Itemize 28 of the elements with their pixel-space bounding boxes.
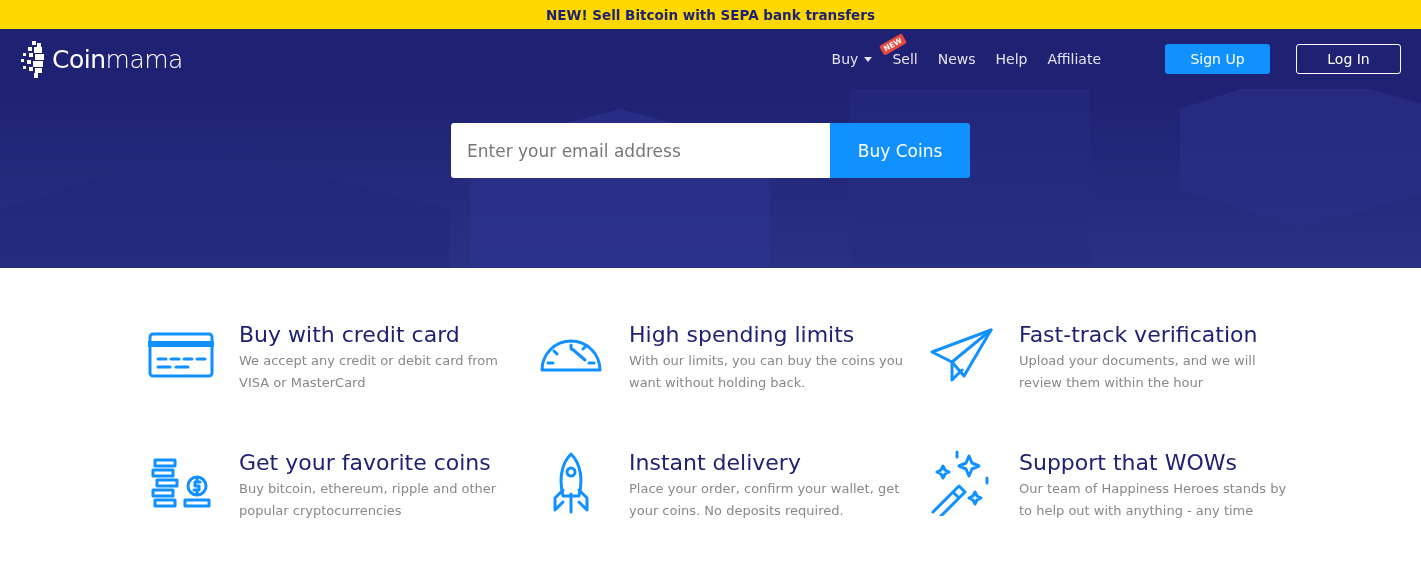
nav-link[interactable]: News <box>937 51 976 67</box>
feature-description: We accept any credit or debit card from VISA or MasterCard <box>239 352 499 392</box>
announcement-text: NEW! Sell Bitcoin with SEPA bank transfers <box>546 6 875 23</box>
logo-icon <box>20 39 46 79</box>
card-icon <box>148 332 214 378</box>
paper-plane-icon <box>929 328 993 382</box>
feature-title: Buy with credit card <box>239 321 461 349</box>
nav-link[interactable]: Buy <box>831 51 873 67</box>
nav-link[interactable]: Affiliate <box>1047 51 1101 67</box>
feature-title: High spending limits <box>629 321 856 349</box>
logo-wordmark[interactable]: Coinmama <box>52 44 183 74</box>
log-in-button[interactable]: Log In <box>1296 44 1401 74</box>
feature-description: Upload your documents, and we will review them within the hour <box>1019 352 1257 392</box>
gauge-icon <box>540 338 602 372</box>
rocket-icon <box>553 452 589 514</box>
feature-description: Our team of Happiness Heroes stands by to help out with anything - any time <box>1019 480 1288 520</box>
email-field[interactable]: Enter your email address <box>451 123 830 178</box>
feature-description: With our limits, you can buy the coins you want without holding back. <box>629 352 904 392</box>
feature-title: Fast-track verification <box>1019 321 1259 349</box>
caret-icon <box>864 56 873 62</box>
nav-link[interactable]: Help <box>995 51 1028 67</box>
feature-title: Instant delivery <box>629 449 802 477</box>
feature-title: Get your favorite coins <box>239 449 492 477</box>
coins-icon <box>151 458 211 508</box>
feature-description: Place your order, confirm your wallet, get your coins. No deposits required. <box>629 480 901 520</box>
feature-description: Buy bitcoin, ethereum, ripple and other popular cryptocurrencies <box>239 480 498 520</box>
magic-wand-icon <box>931 450 991 516</box>
feature-title: Support that WOWs <box>1019 449 1238 477</box>
